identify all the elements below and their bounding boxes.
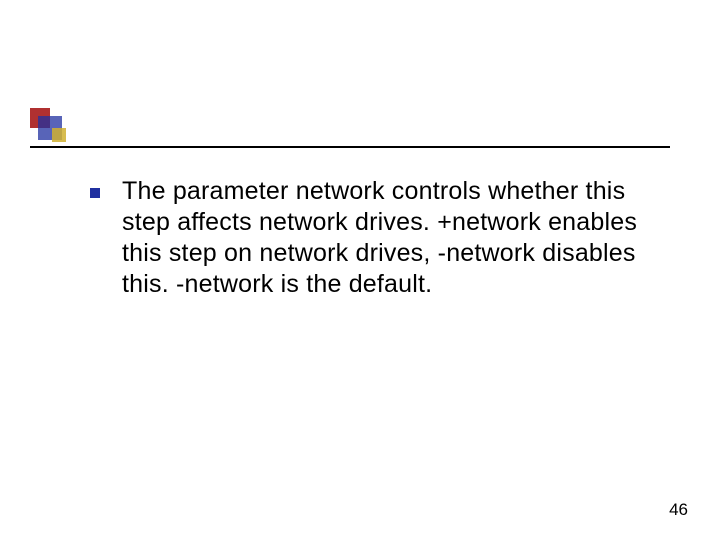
header-divider-line bbox=[30, 146, 670, 148]
bullet-text: The parameter network controls whether t… bbox=[122, 176, 670, 300]
slide-container: The parameter network controls whether t… bbox=[0, 0, 720, 540]
content-area: The parameter network controls whether t… bbox=[90, 176, 670, 300]
page-number: 46 bbox=[669, 500, 688, 520]
header-decoration bbox=[30, 108, 94, 144]
bullet-square-icon bbox=[90, 188, 100, 198]
bullet-item: The parameter network controls whether t… bbox=[90, 176, 670, 300]
decoration-square-yellow bbox=[52, 128, 66, 142]
